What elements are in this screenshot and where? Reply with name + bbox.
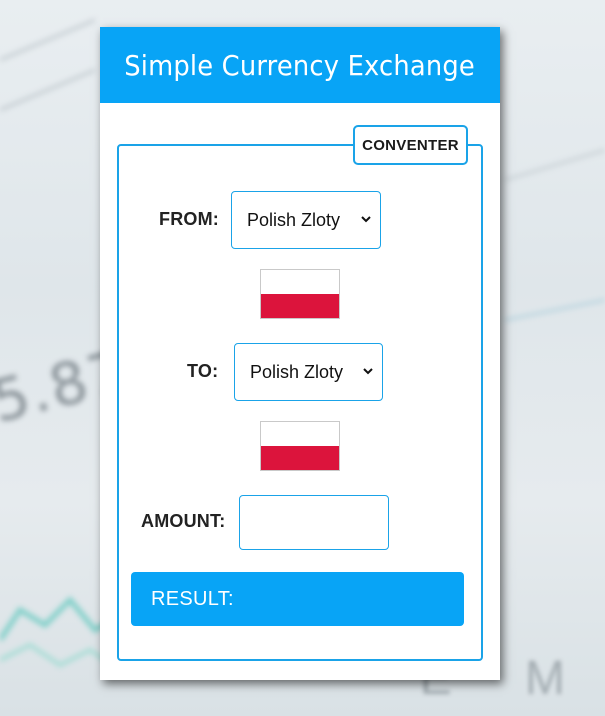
converter-card: Simple Currency Exchange CONVENTER FROM:… bbox=[100, 27, 500, 680]
app-title: Simple Currency Exchange bbox=[124, 48, 476, 82]
from-currency-selected: Polish Zloty bbox=[247, 209, 341, 230]
result-bar: RESULT: bbox=[131, 572, 464, 626]
to-currency-selected: Polish Zloty bbox=[250, 361, 344, 382]
to-poland-flag-icon bbox=[260, 421, 340, 471]
from-currency-select[interactable]: Polish Zloty bbox=[231, 191, 381, 249]
chevron-down-icon bbox=[363, 368, 373, 375]
chevron-down-icon bbox=[361, 216, 371, 223]
amount-input[interactable] bbox=[239, 495, 389, 550]
converter-legend: CONVENTER bbox=[353, 125, 468, 165]
result-label: RESULT: bbox=[151, 587, 234, 610]
to-currency-select[interactable]: Polish Zloty bbox=[234, 343, 383, 401]
from-poland-flag-icon bbox=[260, 269, 340, 319]
app-header: Simple Currency Exchange bbox=[100, 27, 500, 103]
from-label: FROM: bbox=[159, 209, 219, 229]
amount-label: AMOUNT: bbox=[141, 511, 226, 531]
to-label: TO: bbox=[187, 361, 219, 381]
